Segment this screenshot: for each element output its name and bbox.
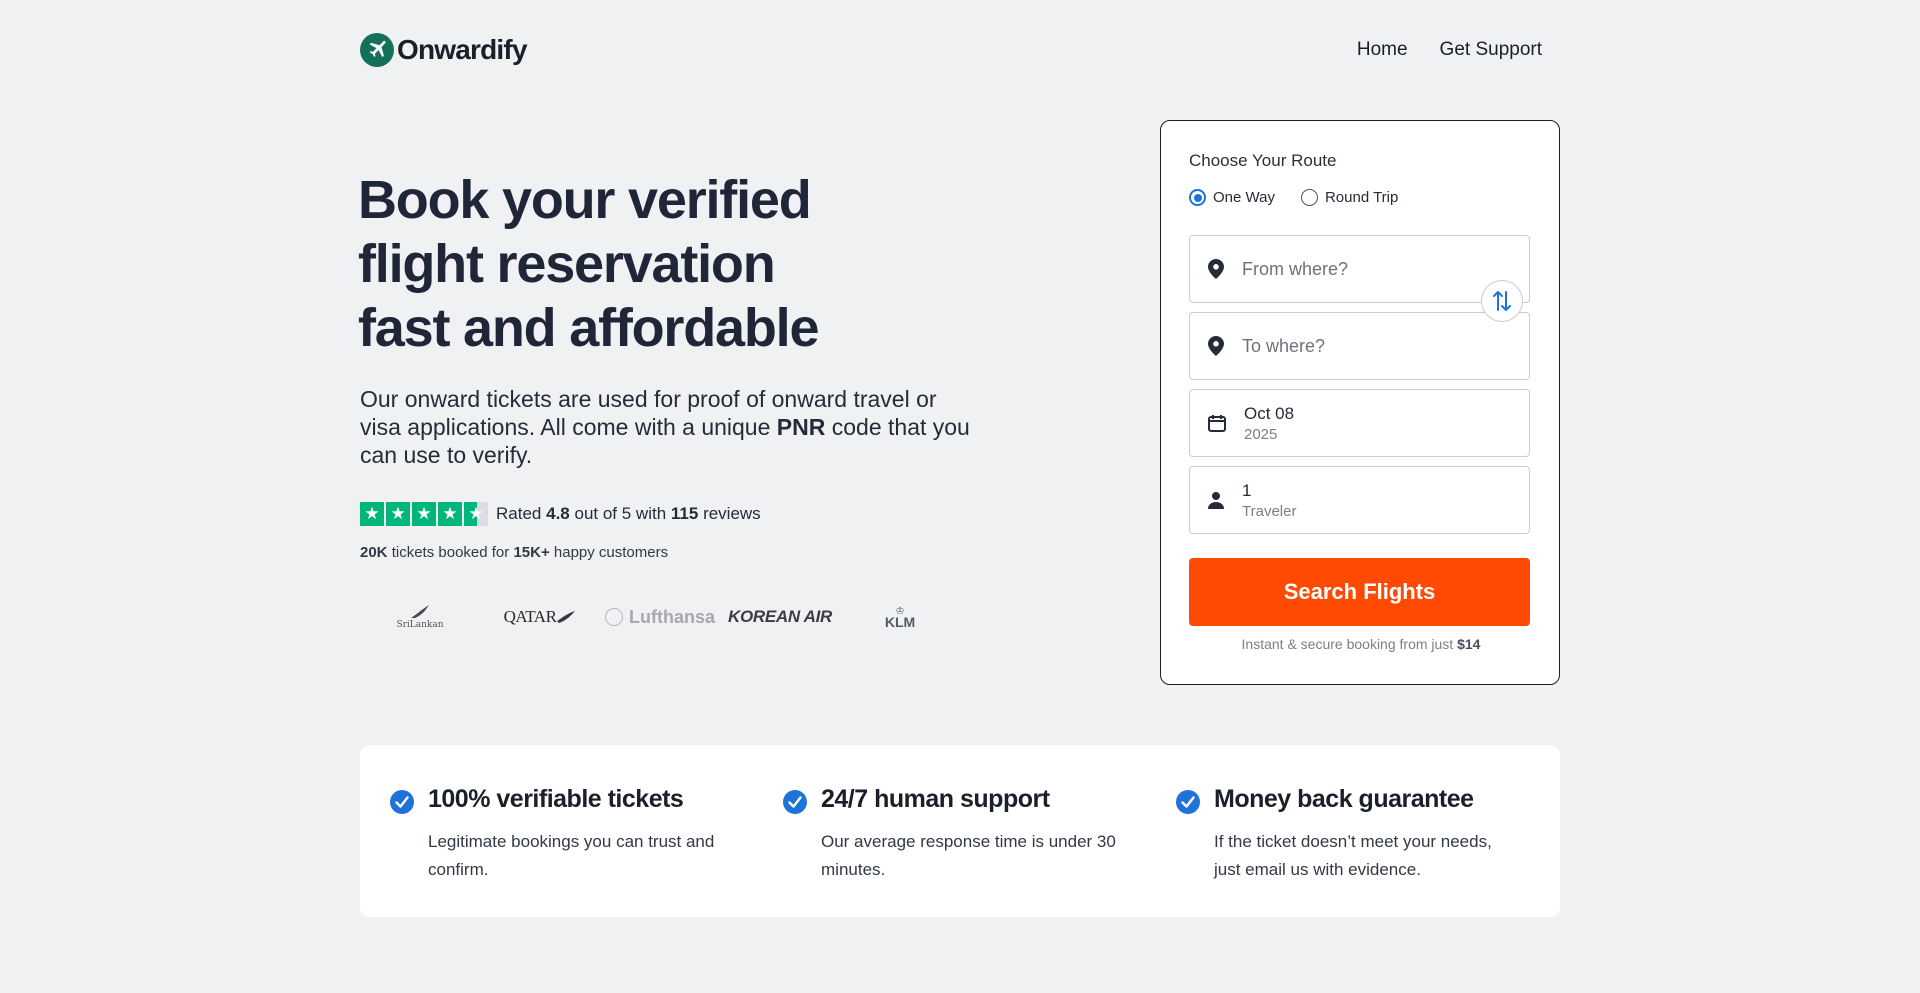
brand-name: Onwardify [397,34,528,65]
rating-score: 4.8 [546,504,570,523]
from-input-placeholder: From where? [1242,258,1349,279]
booking-stats: 20K tickets booked for 15K+ happy custom… [360,544,668,561]
feature-item: 24/7 human support Our average response … [753,745,1146,917]
rating-suffix: reviews [703,504,761,523]
travelers-field[interactable]: 1 Traveler [1189,466,1530,534]
starting-price: $14 [1457,636,1481,652]
customers-count: 15K+ [513,544,550,561]
airline-logos: SriLankan QATAR Lufthansa KOREAN AIR ♔ KL… [360,600,960,634]
trustpilot-rating[interactable]: ★ ★ ★ ★ ★ Rated 4.8 out of 5 with 115 re… [360,502,761,526]
oryx-icon [557,611,576,623]
half-star-icon: ★ [464,502,488,526]
feature-title: 100% verifiable tickets [428,785,684,813]
lufthansa-logo-text: Lufthansa [628,606,715,627]
feature-item: 100% verifiable tickets Legitimate booki… [360,745,753,917]
rating-text: Rated 4.8 out of 5 with 115 reviews [496,504,761,524]
lufthansa-logo: Lufthansa [600,607,720,628]
srilankan-logo-text: SriLankan [396,620,444,630]
checkmark-icon [1176,790,1200,814]
hero-title-line: Book your verified [358,170,812,230]
features-panel: 100% verifiable tickets Legitimate booki… [360,745,1560,917]
swap-route-button[interactable] [1481,280,1523,322]
tickets-text: tickets booked for [391,544,510,561]
date-year: 2025 [1244,425,1278,443]
srilankan-logo: SriLankan [360,604,480,630]
round-trip-option[interactable]: Round Trip [1300,189,1399,206]
location-pin-icon [1190,259,1242,279]
hero-title: Book your verified flight reservation fa… [358,168,958,360]
route-booking-card: Choose Your Route One Way Round Trip Fro… [1160,120,1560,685]
korean-air-logo-text: KOREAN AIR [727,607,833,626]
site-header: Onwardify Home Get Support [360,30,1560,70]
review-count: 115 [670,504,699,523]
star-icon: ★ [412,502,436,526]
date-field[interactable]: Oct 08 2025 [1189,389,1530,457]
from-field[interactable]: From where? [1189,235,1530,303]
feature-description: Legitimate bookings you can trust and co… [428,832,715,879]
one-way-option[interactable]: One Way [1189,189,1275,206]
qatar-logo-text: QATAR [503,607,557,626]
round-trip-label: Round Trip [1324,189,1399,206]
korean-air-logo: KOREAN AIR [720,607,840,627]
feature-item: Money back guarantee If the ticket doesn… [1146,745,1539,917]
hero-subtitle: Our onward tickets are used for proof of… [360,385,980,469]
hero-title-line: flight reservation [358,234,776,294]
trip-type-group: One Way Round Trip [1189,189,1398,206]
travelers-count: 1 [1242,480,1252,500]
peacock-icon [410,605,429,618]
qatar-logo: QATAR [480,607,600,627]
feature-description: Our average response time is under 30 mi… [821,832,1116,879]
round-trip-radio[interactable] [1300,189,1318,206]
star-icon: ★ [438,502,462,526]
price-note-text: Instant & secure booking from just [1241,636,1454,652]
checkmark-icon [390,790,414,814]
one-way-label: One Way [1213,189,1275,206]
card-title: Choose Your Route [1189,151,1337,170]
feature-description: If the ticket doesn’t meet your needs, j… [1214,832,1492,879]
klm-logo-text: KLM [884,614,916,630]
customers-text: happy customers [553,544,669,561]
location-pin-icon [1190,336,1242,356]
feature-title: Money back guarantee [1214,785,1474,813]
to-field[interactable]: To where? [1189,312,1530,380]
person-icon [1190,491,1242,509]
nav-get-support-link[interactable]: Get Support [1440,39,1542,61]
rating-prefix: Rated [496,504,542,523]
one-way-radio[interactable] [1189,189,1206,206]
rating-middle: out of 5 with [574,504,667,523]
airplane-logo-icon [360,33,394,67]
hero-title-line: fast and affordable [358,298,819,358]
nav-home-link[interactable]: Home [1357,39,1408,61]
rating-stars: ★ ★ ★ ★ ★ [360,502,488,526]
crane-icon [604,608,623,626]
tickets-count: 20K [360,544,388,561]
booking-price-note: Instant & secure booking from just $14 [1161,636,1561,652]
date-value: Oct 08 [1244,403,1295,423]
search-flights-button[interactable]: Search Flights [1189,558,1530,626]
klm-logo: ♔ KLM [840,606,960,630]
star-icon: ★ [360,502,384,526]
swap-arrows-icon [1493,291,1511,311]
calendar-icon [1190,413,1244,433]
to-input-placeholder: To where? [1242,335,1326,356]
star-icon: ★ [386,502,410,526]
brand-logo[interactable]: Onwardify [360,33,528,67]
travelers-label: Traveler [1242,502,1297,520]
feature-title: 24/7 human support [821,785,1050,813]
main-nav: Home Get Support [1357,39,1542,61]
checkmark-icon [783,790,807,814]
pnr-label: PNR [776,414,826,440]
